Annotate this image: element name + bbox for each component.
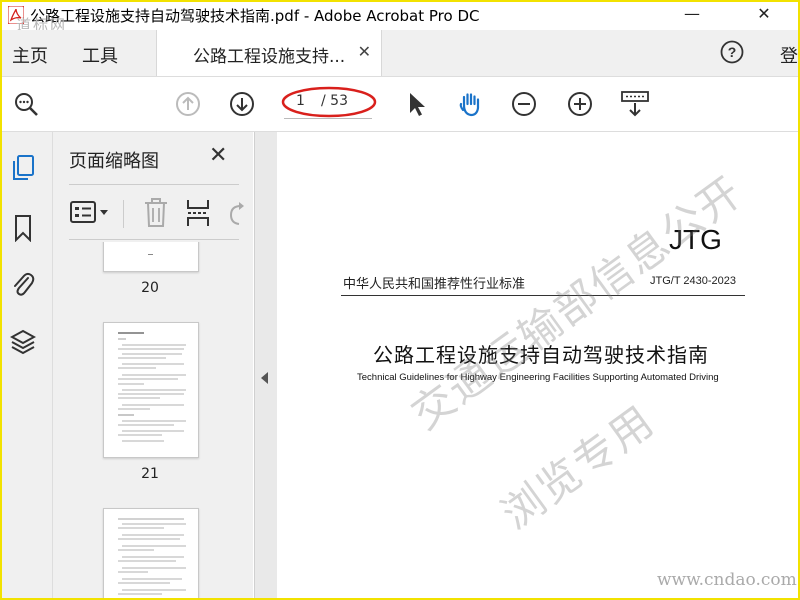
document-view[interactable]: JTG 中华人民共和国推荐性行业标准 JTG/T 2430-2023 公路工程设… [277, 132, 798, 598]
site-watermark: www.cndao.com [657, 570, 797, 590]
page-thumbnail[interactable] [103, 242, 199, 272]
panel-toolbar [69, 192, 249, 236]
minimize-button[interactable]: — [672, 4, 712, 26]
search-icon[interactable] [12, 90, 40, 118]
help-circle-icon[interactable]: ? [720, 40, 744, 64]
thumbnails-panel: 页面缩略图 ✕ 20 21 [53, 132, 293, 598]
page-thumbnail-number: 21 [141, 466, 159, 482]
next-page-icon[interactable] [228, 90, 256, 118]
thumbnail-list: 20 21 [69, 242, 247, 598]
attachment-icon[interactable] [10, 270, 36, 298]
delete-page-icon[interactable] [143, 198, 169, 228]
select-cursor-icon[interactable] [402, 90, 430, 118]
panel-close-button[interactable]: ✕ [209, 143, 227, 168]
thumbnail-text-lines [118, 518, 186, 595]
hand-tool-icon[interactable] [456, 90, 484, 118]
scroll-mode-icon[interactable] [620, 90, 650, 118]
panel-divider [69, 184, 239, 185]
svg-text:?: ? [728, 44, 737, 60]
page-thumbnail-number: 20 [141, 280, 159, 296]
collapse-left-arrow-icon[interactable] [261, 372, 268, 384]
menu-tab-bar: 主页 工具 公路工程设施支持... ✕ ? 登录 [2, 30, 798, 77]
red-highlight-ellipse [281, 86, 377, 118]
zoom-out-icon[interactable] [510, 90, 538, 118]
panel-title: 页面缩略图 [69, 151, 159, 172]
tool-separator [123, 200, 124, 228]
document-tab-close-button[interactable]: ✕ [358, 42, 371, 61]
home-tab[interactable]: 主页 [12, 42, 48, 68]
page-thumbnails-icon[interactable] [10, 154, 36, 182]
close-window-button[interactable]: ✕ [744, 4, 784, 26]
rotate-page-icon[interactable] [225, 200, 245, 228]
login-link[interactable]: 登录 [780, 42, 798, 68]
document-tab[interactable]: 公路工程设施支持... ✕ [156, 30, 382, 76]
bookmark-icon[interactable] [10, 214, 36, 242]
window-title: 公路工程设施支持自动驾驶技术指南.pdf - Adobe Acrobat Pro… [30, 7, 480, 25]
panel-collapse-strip[interactable] [254, 132, 278, 598]
document-tab-label: 公路工程设施支持... [193, 47, 346, 67]
title-bar: 公路工程设施支持自动驾驶技术指南.pdf - Adobe Acrobat Pro… [2, 2, 798, 30]
panel-divider-2 [69, 239, 239, 240]
standard-category: 中华人民共和国推荐性行业标准 [343, 277, 526, 292]
main-toolbar: 1 / 53 [2, 77, 798, 132]
layers-icon[interactable] [10, 328, 36, 356]
standard-number: JTG/T 2430-2023 [650, 275, 737, 287]
watermark-text: 交通运输部信息公开 [402, 166, 752, 439]
watermark-text-2: 浏览专用 [492, 395, 664, 539]
page-thumbnail[interactable] [103, 508, 199, 598]
zoom-in-icon[interactable] [566, 90, 594, 118]
app-window: 公路工程设施支持自动驾驶技术指南.pdf - Adobe Acrobat Pro… [0, 0, 800, 600]
previous-page-icon[interactable] [174, 90, 202, 118]
thumbnail-text-lines [118, 332, 186, 442]
page-thumbnail-selected[interactable] [103, 322, 199, 458]
thumbnail-options-icon[interactable] [69, 198, 113, 226]
left-navigation-rail [2, 132, 53, 598]
tools-tab[interactable]: 工具 [82, 42, 118, 68]
extract-pages-icon[interactable] [185, 198, 213, 228]
